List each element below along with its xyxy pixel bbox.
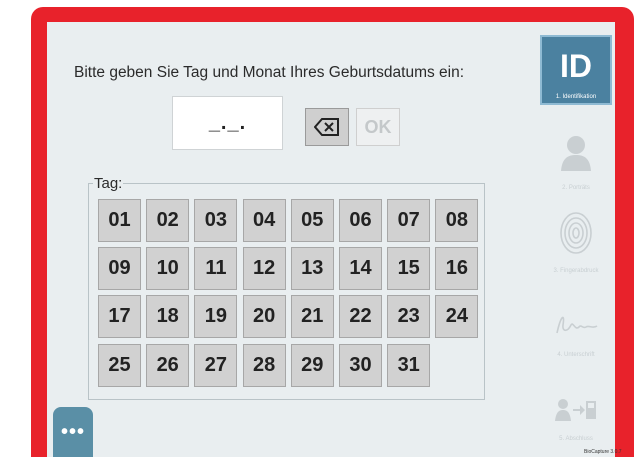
- day-button[interactable]: 23: [387, 295, 431, 339]
- day-button[interactable]: 26: [146, 343, 190, 387]
- day-button[interactable]: 22: [339, 295, 382, 339]
- version-text: BioCapture 3.0.7: [584, 449, 622, 455]
- step-label: 1. Identifikation: [555, 94, 597, 100]
- step-5[interactable]: 5. Abschluss: [540, 375, 612, 445]
- day-button[interactable]: 07: [387, 199, 431, 242]
- person-icon: [560, 134, 592, 177]
- instruction-text: Bitte geben Sie Tag und Monat Ihres Gebu…: [74, 64, 465, 81]
- more-button[interactable]: •••: [53, 407, 93, 457]
- day-button[interactable]: 16: [435, 247, 479, 291]
- backspace-button[interactable]: [305, 108, 349, 146]
- id-icon: ID: [560, 48, 592, 84]
- day-button[interactable]: 31: [387, 343, 431, 387]
- day-button[interactable]: 02: [146, 199, 190, 242]
- day-button[interactable]: 30: [339, 343, 382, 387]
- step-4[interactable]: 4. Unterschrift: [540, 291, 612, 361]
- day-button[interactable]: 19: [194, 295, 238, 339]
- step-label: 5. Abschluss: [559, 436, 593, 442]
- day-button[interactable]: 20: [242, 295, 286, 339]
- day-button[interactable]: 01: [98, 199, 141, 242]
- step-label: 3. Fingerabdruck: [553, 268, 599, 274]
- day-button[interactable]: 24: [435, 295, 479, 339]
- day-button[interactable]: 27: [194, 343, 238, 387]
- day-group-legend: Tag:: [94, 175, 123, 192]
- day-button[interactable]: 05: [290, 199, 334, 242]
- day-button[interactable]: 21: [290, 295, 334, 339]
- day-button[interactable]: 17: [98, 295, 141, 339]
- day-button[interactable]: 28: [242, 343, 286, 387]
- day-button[interactable]: 25: [98, 343, 141, 387]
- birthdate-display: _._.: [172, 96, 283, 150]
- step-3[interactable]: 3. Fingerabdruck: [540, 207, 612, 277]
- day-button[interactable]: 04: [242, 199, 286, 242]
- day-button[interactable]: 11: [194, 247, 238, 291]
- backspace-icon: [314, 118, 339, 136]
- step-label: 4. Unterschrift: [557, 352, 595, 358]
- day-button[interactable]: 15: [387, 247, 431, 291]
- day-button[interactable]: 13: [290, 247, 334, 291]
- day-button[interactable]: 29: [290, 343, 334, 387]
- day-button[interactable]: 08: [435, 199, 479, 242]
- step-label: 2. Porträts: [562, 185, 590, 191]
- day-button[interactable]: 09: [98, 247, 141, 291]
- ok-button[interactable]: OK: [356, 108, 400, 146]
- step-2[interactable]: 2. Porträts: [540, 124, 612, 194]
- transfer-icon: [555, 397, 597, 428]
- day-button[interactable]: 18: [146, 295, 190, 339]
- day-button[interactable]: 03: [194, 199, 238, 242]
- signature-icon: [553, 311, 599, 344]
- day-button[interactable]: 06: [339, 199, 382, 242]
- day-button[interactable]: 12: [242, 247, 286, 291]
- fingerprint-icon: [559, 211, 593, 260]
- day-button[interactable]: 14: [339, 247, 382, 291]
- step-1[interactable]: ID 1. Identifikation: [540, 35, 612, 105]
- day-button[interactable]: 10: [146, 247, 190, 291]
